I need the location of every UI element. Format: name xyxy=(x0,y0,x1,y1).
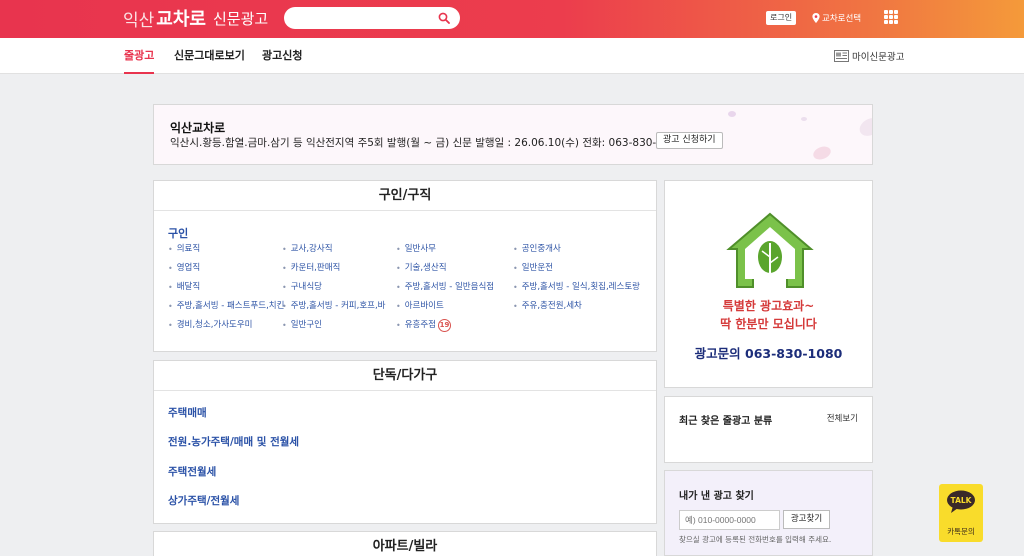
my-newspaper-ad-link[interactable]: 마이신문광고 xyxy=(834,49,904,63)
job-link[interactable]: 공인중개사 xyxy=(513,243,633,256)
banner-title: 익산교차로 xyxy=(170,121,226,135)
talk-bubble-icon: TALK xyxy=(947,490,975,513)
house-section-title: 단독/다가구 xyxy=(154,361,656,391)
logo-region: 익산 xyxy=(123,10,155,31)
house-section: 단독/다가구 주택매매 전원.농가주택/매매 및 전월세 주택전월세 상가주택/… xyxy=(153,360,657,524)
site-logo[interactable]: 익산 교차로 신문광고 xyxy=(123,6,269,31)
tab-ad-apply[interactable]: 광고신청 xyxy=(262,38,302,74)
tab-newspaper-view[interactable]: 신문그대로보기 xyxy=(174,38,245,74)
job-link[interactable]: 주유,충전원,세차 xyxy=(513,300,633,313)
job-link[interactable]: 의료직 xyxy=(168,243,282,256)
job-link[interactable]: 경비,청소,가사도우미 xyxy=(168,319,282,332)
main-nav: 줄광고 신문그대로보기 광고신청 마이신문광고 xyxy=(0,38,1024,74)
logo-suffix: 신문광고 xyxy=(212,9,269,28)
jobs-section: 구인/구직 구인 의료직 교사,강사직 일반사무 공인중개사 영업직 카운터,판… xyxy=(153,180,657,352)
house-link[interactable]: 전원.농가주택/매매 및 전월세 xyxy=(168,434,299,449)
job-link[interactable]: 주방,홀서빙 - 패스트푸드,치킨 xyxy=(168,300,285,313)
jobs-section-title: 구인/구직 xyxy=(154,181,656,211)
job-link[interactable]: 카운터,판매직 xyxy=(282,262,396,275)
house-leaf-icon xyxy=(726,212,814,288)
house-link[interactable]: 주택전월세 xyxy=(168,464,216,479)
find-ad-button[interactable]: 광고찾기 xyxy=(783,510,830,529)
job-link[interactable]: 구내식당 xyxy=(282,281,396,294)
house-link[interactable]: 주택매매 xyxy=(168,405,207,420)
job-link[interactable]: 주방,홀서빙 - 커피,호프,바 xyxy=(282,300,396,313)
job-link-adult[interactable]: 유흥주점 19 xyxy=(396,319,513,332)
newspaper-icon xyxy=(834,50,849,62)
job-link[interactable]: 영업직 xyxy=(168,262,282,275)
search-icon[interactable] xyxy=(438,12,450,24)
phone-number-input[interactable] xyxy=(679,510,780,530)
job-link[interactable]: 아르바이트 xyxy=(396,300,513,313)
kakao-talk-button[interactable]: TALK 카톡문의 xyxy=(939,484,983,542)
house-link[interactable]: 상가주택/전월세 xyxy=(168,493,239,508)
location-pin-icon xyxy=(812,13,820,23)
job-link[interactable]: 기술,생산직 xyxy=(396,262,513,275)
job-category-list: 의료직 교사,강사직 일반사무 공인중개사 영업직 카운터,판매직 기술,생산직… xyxy=(168,243,648,332)
app-grid-icon[interactable] xyxy=(884,10,898,24)
login-button[interactable]: 로그인 xyxy=(766,11,797,25)
region-label: 교차로선택 xyxy=(822,14,862,24)
my-ad-finder-note: 찾으실 광고에 등록된 전화번호를 입력해 주세요. xyxy=(679,535,832,544)
my-ad-finder: 내가 낸 광고 찾기 광고찾기 찾으실 광고에 등록된 전화번호를 입력해 주세… xyxy=(664,470,873,556)
apt-section: 아파트/빌라 xyxy=(153,531,657,556)
job-link[interactable]: 교사,강사직 xyxy=(282,243,396,256)
job-link[interactable]: 배달직 xyxy=(168,281,282,294)
ad-headline-1: 특별한 광고효과~ xyxy=(722,299,815,313)
talk-bubble-text: TALK xyxy=(951,496,973,505)
my-newspaper-ad-label: 마이신문광고 xyxy=(852,52,905,63)
tab-line-ads[interactable]: 줄광고 xyxy=(124,38,155,74)
recent-categories-panel: 최근 찾은 줄광고 분류 전체보기 xyxy=(664,396,873,463)
job-link-label: 유흥주점 xyxy=(404,320,436,330)
job-offer-category[interactable]: 구인 xyxy=(168,225,188,241)
logo-brand: 교차로 xyxy=(156,9,206,30)
ad-banner[interactable]: 특별한 광고효과~ 딱 한분만 모십니다 광고문의 063-830-1080 xyxy=(664,180,873,388)
kakao-label: 카톡문의 xyxy=(947,527,975,536)
search-box xyxy=(284,7,460,31)
job-link[interactable]: 주방,홀서빙 - 일반음식점 xyxy=(396,281,513,294)
search-input[interactable] xyxy=(296,8,436,31)
ad-headline-2: 딱 한분만 모십니다 xyxy=(720,317,817,331)
info-banner: 익산교차로 익산시.황등.함열.금마.삼기 등 익산전지역 주5회 발행(월 ~… xyxy=(153,104,873,165)
top-header: 익산 교차로 신문광고 로그인 교차로선택 xyxy=(0,0,1024,38)
banner-description: 익산시.황등.함열.금마.삼기 등 익산전지역 주5회 발행(월 ~ 금) 신문… xyxy=(170,137,683,149)
job-link[interactable]: 일반사무 xyxy=(396,243,513,256)
ad-apply-button[interactable]: 광고 신청하기 xyxy=(656,132,723,149)
adult-19-badge: 19 xyxy=(438,319,451,332)
region-selector[interactable]: 교차로선택 xyxy=(812,10,861,26)
my-ad-finder-title: 내가 낸 광고 찾기 xyxy=(679,491,754,502)
job-link[interactable]: 일반운전 xyxy=(513,262,633,275)
view-all-link[interactable]: 전체보기 xyxy=(827,412,858,424)
job-link[interactable]: 일반구인 xyxy=(282,319,396,332)
job-link[interactable]: 주방,홀서빙 - 일식,횟집,레스토랑 xyxy=(513,281,640,294)
apt-section-title: 아파트/빌라 xyxy=(372,539,438,554)
recent-categories-title: 최근 찾은 줄광고 분류 xyxy=(679,416,773,427)
ad-phone: 광고문의 063-830-1080 xyxy=(694,346,843,361)
